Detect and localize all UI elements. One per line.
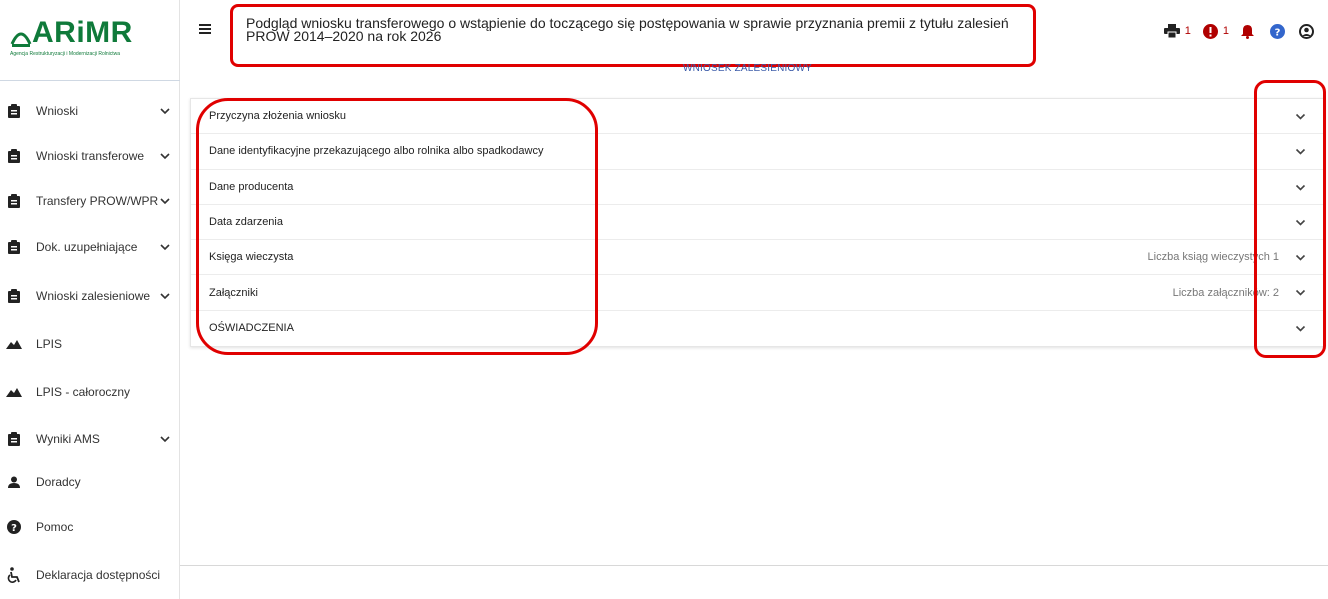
footer-divider: [180, 565, 1328, 566]
clipboard-icon: [6, 148, 22, 164]
errors-button[interactable]: 1: [1202, 23, 1229, 39]
notification-count: 1: [1222, 25, 1229, 37]
section-subheading: WNIOSEK ZALESIENIOWY: [683, 63, 813, 74]
sidebar-item-lpis-caloroczny[interactable]: LPIS - całoroczny: [0, 377, 180, 407]
sidebar: ARiMR Agencja Restrukturyzacji i Moderni…: [0, 0, 180, 599]
user-icon: [6, 474, 22, 490]
logo-divider: [0, 80, 180, 81]
logo-subtitle: Agencja Restrukturyzacji i Modernizacji …: [10, 51, 121, 57]
logo-emblem-icon: [10, 32, 32, 47]
sidebar-item-wyniki-ams[interactable]: Wyniki AMS: [0, 424, 180, 454]
sidebar-item-label: Wyniki AMS: [36, 432, 100, 446]
sidebar-item-dok-uzupelniajace[interactable]: Dok. uzupełniające: [0, 232, 180, 262]
clipboard-icon: [6, 239, 22, 255]
sidebar-item-wnioski-zalesieniowe[interactable]: Wnioski zalesieniowe: [0, 281, 180, 311]
svg-text:?: ?: [1275, 27, 1281, 38]
annotation-highlight-chevrons: [1254, 80, 1326, 358]
sidebar-item-label: Pomoc: [36, 520, 74, 534]
chevron-down-icon: [160, 153, 170, 160]
chevron-down-icon: [160, 198, 170, 205]
print-icon: [1163, 24, 1180, 38]
sidebar-item-label: Wnioski zalesieniowe: [36, 289, 151, 303]
annotation-highlight-labels: [196, 98, 598, 355]
clipboard-icon: [6, 193, 22, 209]
chevron-down-icon: [160, 244, 170, 251]
clipboard-icon: [6, 288, 22, 304]
arimr-logo[interactable]: ARiMR Agencja Restrukturyzacji i Moderni…: [10, 18, 170, 64]
question-circle-icon: ?: [1270, 23, 1285, 39]
sidebar-item-label: Transfery PROW/WPR: [36, 194, 159, 208]
sidebar-item-label: Doradcy: [36, 475, 81, 489]
logo-text: ARiMR: [32, 16, 133, 49]
sidebar-item-wnioski[interactable]: Wnioski: [0, 96, 180, 126]
sidebar-item-label: Deklaracja dostępności: [36, 568, 161, 582]
question-circle-icon: ?: [6, 519, 22, 535]
bell-icon: [1241, 24, 1254, 39]
header-toolbar: 1 1 ?: [1152, 21, 1314, 41]
sidebar-item-lpis[interactable]: LPIS: [0, 329, 180, 359]
sidebar-item-label: Wnioski transferowe: [36, 149, 145, 163]
mountain-icon: [6, 336, 22, 352]
annotation-highlight-title: [230, 4, 1036, 67]
clipboard-icon: [6, 431, 22, 447]
user-account-button[interactable]: [1299, 23, 1314, 39]
clipboard-icon: [6, 103, 22, 119]
chevron-down-icon: [160, 108, 170, 115]
chevron-down-icon: [160, 293, 170, 300]
error-count: 1: [1184, 25, 1191, 37]
sidebar-item-label: LPIS: [36, 337, 63, 351]
notifications-button[interactable]: [1241, 24, 1254, 39]
sidebar-item-deklaracja-dostepnosci[interactable]: Deklaracja dostępności: [0, 560, 180, 590]
help-button[interactable]: ?: [1270, 23, 1285, 39]
sidebar-item-transfery-prow-wpr[interactable]: Transfery PROW/WPR: [0, 186, 180, 216]
chevron-down-icon: [160, 436, 170, 443]
sidebar-item-wnioski-transferowe[interactable]: Wnioski transferowe: [0, 141, 180, 171]
wheelchair-icon: [6, 567, 22, 583]
sidebar-item-label: Wnioski: [36, 104, 79, 118]
svg-text:?: ?: [11, 523, 17, 534]
sidebar-item-label: Dok. uzupełniające: [36, 240, 138, 254]
menu-toggle-icon[interactable]: [199, 24, 211, 34]
mountain-icon: [6, 384, 22, 400]
user-circle-icon: [1299, 23, 1314, 39]
print-button[interactable]: 1: [1163, 24, 1191, 38]
exclamation-circle-icon: [1202, 23, 1218, 39]
sidebar-item-doradcy[interactable]: Doradcy: [0, 467, 180, 497]
sidebar-item-label: LPIS - całoroczny: [36, 385, 131, 399]
sidebar-item-pomoc[interactable]: ? Pomoc: [0, 512, 180, 542]
